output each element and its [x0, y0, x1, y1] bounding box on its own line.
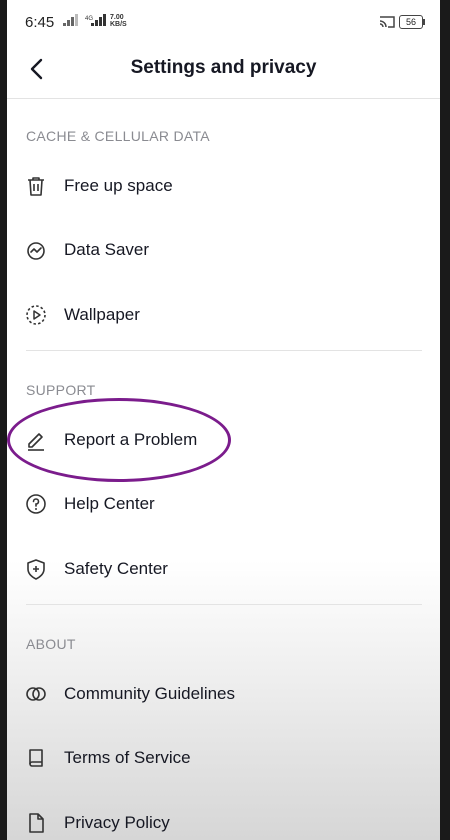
- menu-item-wallpaper[interactable]: Wallpaper: [7, 285, 440, 343]
- help-icon: [26, 494, 46, 514]
- menu-item-free-up-space[interactable]: Free up space: [7, 156, 440, 214]
- menu-item-safety-center[interactable]: Safety Center: [7, 539, 440, 597]
- menu-item-terms-of-service[interactable]: Terms of Service: [7, 728, 440, 786]
- menu-item-label: Safety Center: [64, 559, 168, 578]
- section-divider: [26, 350, 422, 351]
- menu-item-privacy-policy[interactable]: Privacy Policy: [7, 793, 440, 840]
- menu-item-label: Report a Problem: [64, 430, 198, 449]
- menu-item-label: Free up space: [64, 176, 173, 195]
- document-icon: [29, 813, 44, 833]
- signal-4g-icon: 4G: [85, 14, 106, 26]
- phone-screen: 6:45 4G 7.00 KB/S 56 Settings and privac…: [7, 0, 440, 840]
- book-icon: [29, 749, 43, 767]
- wallpaper-icon: [26, 305, 46, 325]
- data-saver-icon: [27, 242, 45, 260]
- cast-icon: [379, 16, 395, 28]
- trash-icon: [28, 177, 44, 196]
- menu-item-label: Terms of Service: [64, 748, 191, 767]
- section-divider: [26, 604, 422, 605]
- menu-item-label: Help Center: [64, 494, 155, 513]
- page-title: Settings and privacy: [130, 57, 317, 78]
- status-bar: 6:45 4G 7.00 KB/S 56: [7, 0, 440, 40]
- status-time: 6:45: [25, 14, 55, 31]
- menu-item-data-saver[interactable]: Data Saver: [7, 220, 440, 278]
- section-header-cache: CACHE & CELLULAR DATA: [26, 128, 210, 144]
- menu-item-label: Privacy Policy: [64, 813, 170, 832]
- menu-item-label: Community Guidelines: [64, 684, 236, 703]
- section-header-support: SUPPORT: [26, 382, 96, 398]
- rings-icon: [26, 687, 46, 701]
- section-header-about: ABOUT: [26, 636, 76, 652]
- top-bar: Settings and privacy: [7, 40, 440, 99]
- pencil-icon: [28, 433, 44, 451]
- svg-text:4G: 4G: [85, 16, 93, 22]
- menu-item-help-center[interactable]: Help Center: [7, 474, 440, 532]
- network-speed: 7.00 KB/S: [110, 14, 127, 28]
- menu-item-report-a-problem[interactable]: Report a Problem: [7, 410, 440, 468]
- signal-icon: [63, 14, 78, 26]
- menu-item-label: Wallpaper: [64, 305, 140, 324]
- menu-item-community-guidelines[interactable]: Community Guidelines: [7, 664, 440, 722]
- menu-item-label: Data Saver: [64, 240, 150, 259]
- shield-icon: [27, 559, 45, 580]
- battery-indicator: 56: [399, 15, 425, 29]
